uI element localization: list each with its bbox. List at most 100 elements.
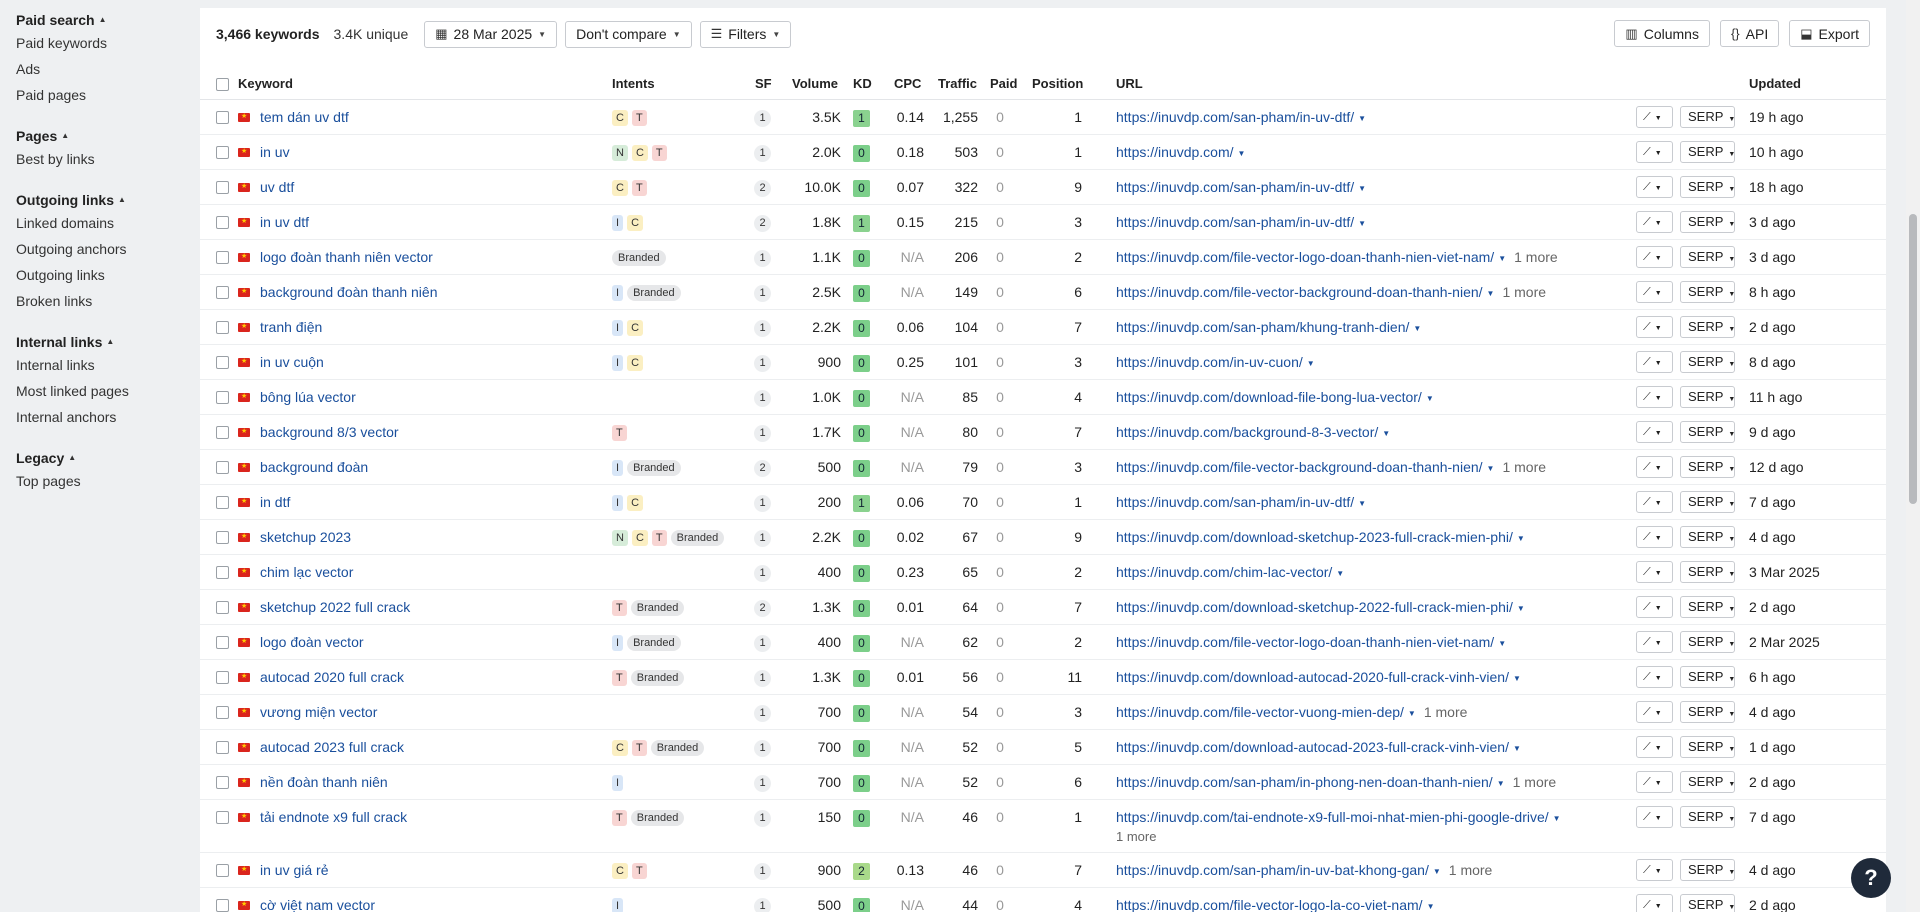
trend-chart-button[interactable]: ⟋ ▼ <box>1636 894 1673 912</box>
more-urls-link[interactable]: 1 more <box>1424 704 1468 720</box>
trend-chart-button[interactable]: ⟋ ▼ <box>1636 106 1673 128</box>
row-checkbox[interactable] <box>216 531 229 544</box>
sf-badge[interactable]: 1 <box>754 494 771 512</box>
serp-button[interactable]: SERP ▼ <box>1680 176 1735 198</box>
row-checkbox[interactable] <box>216 601 229 614</box>
chevron-down-icon[interactable]: ▼ <box>1358 114 1366 123</box>
url-link[interactable]: https://inuvdp.com/download-autocad-2023… <box>1116 739 1509 755</box>
trend-chart-button[interactable]: ⟋ ▼ <box>1636 736 1673 758</box>
keyword-link[interactable]: background 8/3 vector <box>260 415 399 450</box>
row-checkbox[interactable] <box>216 356 229 369</box>
keyword-link[interactable]: background đoàn <box>260 450 368 485</box>
compare-dropdown[interactable]: Don't compare ▼ <box>565 20 692 48</box>
url-link[interactable]: https://inuvdp.com/file-vector-vuong-mie… <box>1116 704 1404 720</box>
url-link[interactable]: https://inuvdp.com/file-vector-backgroun… <box>1116 284 1483 300</box>
chevron-down-icon[interactable]: ▼ <box>1497 779 1505 788</box>
chevron-down-icon[interactable]: ▼ <box>1427 902 1435 911</box>
filters-button[interactable]: ☰ Filters ▼ <box>699 20 792 48</box>
serp-button[interactable]: SERP ▼ <box>1680 736 1735 758</box>
serp-button[interactable]: SERP ▼ <box>1680 281 1735 303</box>
sidebar-item[interactable]: Outgoing links <box>0 262 200 288</box>
sidebar-section-header[interactable]: Paid search ▲ <box>0 10 200 30</box>
keyword-link[interactable]: background đoàn thanh niên <box>260 275 437 310</box>
row-checkbox[interactable] <box>216 216 229 229</box>
header-paid[interactable]: Paid <box>990 68 1017 100</box>
more-urls-link[interactable]: 1 more <box>1449 862 1493 878</box>
chevron-down-icon[interactable]: ▼ <box>1433 867 1441 876</box>
sf-badge[interactable]: 1 <box>754 354 771 372</box>
chevron-down-icon[interactable]: ▼ <box>1358 499 1366 508</box>
sidebar-item[interactable]: Internal links <box>0 352 200 378</box>
url-link[interactable]: https://inuvdp.com/san-pham/in-uv-bat-kh… <box>1116 862 1429 878</box>
row-checkbox[interactable] <box>216 426 229 439</box>
trend-chart-button[interactable]: ⟋ ▼ <box>1636 141 1673 163</box>
url-link[interactable]: https://inuvdp.com/file-vector-backgroun… <box>1116 459 1483 475</box>
keyword-link[interactable]: logo đoàn thanh niên vector <box>260 240 433 275</box>
keyword-link[interactable]: in dtf <box>260 485 290 520</box>
row-checkbox[interactable] <box>216 251 229 264</box>
sidebar-item[interactable]: Linked domains <box>0 210 200 236</box>
row-checkbox[interactable] <box>216 111 229 124</box>
sf-badge[interactable]: 2 <box>754 599 771 617</box>
url-link[interactable]: https://inuvdp.com/in-uv-cuon/ <box>1116 354 1303 370</box>
trend-chart-button[interactable]: ⟋ ▼ <box>1636 211 1673 233</box>
more-urls-link[interactable]: 1 more <box>1514 249 1558 265</box>
chevron-down-icon[interactable]: ▼ <box>1553 814 1561 823</box>
url-link[interactable]: https://inuvdp.com/download-sketchup-202… <box>1116 599 1513 615</box>
more-urls-link[interactable]: 1 more <box>1116 828 1156 846</box>
sidebar-item[interactable]: Most linked pages <box>0 378 200 404</box>
keyword-link[interactable]: autocad 2020 full crack <box>260 660 404 695</box>
row-checkbox[interactable] <box>216 636 229 649</box>
keyword-link[interactable]: nền đoàn thanh niên <box>260 765 388 800</box>
header-traffic[interactable]: Traffic <box>938 68 977 100</box>
header-intents[interactable]: Intents <box>612 68 655 100</box>
more-urls-link[interactable]: 1 more <box>1502 459 1546 475</box>
trend-chart-button[interactable]: ⟋ ▼ <box>1636 596 1673 618</box>
sf-badge[interactable]: 1 <box>754 739 771 757</box>
row-checkbox[interactable] <box>216 776 229 789</box>
trend-chart-button[interactable]: ⟋ ▼ <box>1636 859 1673 881</box>
sf-badge[interactable]: 1 <box>754 704 771 722</box>
date-picker-button[interactable]: ▦ 28 Mar 2025 ▼ <box>424 20 558 48</box>
url-link[interactable]: https://inuvdp.com/san-pham/khung-tranh-… <box>1116 319 1409 335</box>
row-checkbox[interactable] <box>216 286 229 299</box>
row-checkbox[interactable] <box>216 321 229 334</box>
keyword-link[interactable]: logo đoàn vector <box>260 625 364 660</box>
sidebar-item[interactable]: Ads <box>0 56 200 82</box>
serp-button[interactable]: SERP ▼ <box>1680 316 1735 338</box>
keyword-link[interactable]: vương miện vector <box>260 695 377 730</box>
sf-badge[interactable]: 1 <box>754 564 771 582</box>
row-checkbox[interactable] <box>216 181 229 194</box>
row-checkbox[interactable] <box>216 566 229 579</box>
scrollbar[interactable] <box>1906 0 1920 912</box>
row-checkbox[interactable] <box>216 146 229 159</box>
sf-badge[interactable]: 1 <box>754 144 771 162</box>
row-checkbox[interactable] <box>216 864 229 877</box>
keyword-link[interactable]: sketchup 2023 <box>260 520 351 555</box>
sidebar-item[interactable]: Broken links <box>0 288 200 314</box>
chevron-down-icon[interactable]: ▼ <box>1513 744 1521 753</box>
sidebar-item[interactable]: Top pages <box>0 468 200 494</box>
row-checkbox[interactable] <box>216 391 229 404</box>
keyword-link[interactable]: autocad 2023 full crack <box>260 730 404 765</box>
serp-button[interactable]: SERP ▼ <box>1680 701 1735 723</box>
chevron-down-icon[interactable]: ▼ <box>1358 184 1366 193</box>
url-link[interactable]: https://inuvdp.com/background-8-3-vector… <box>1116 424 1378 440</box>
serp-button[interactable]: SERP ▼ <box>1680 561 1735 583</box>
serp-button[interactable]: SERP ▼ <box>1680 806 1735 828</box>
url-link[interactable]: https://inuvdp.com/san-pham/in-uv-dtf/ <box>1116 109 1354 125</box>
chevron-down-icon[interactable]: ▼ <box>1517 604 1525 613</box>
url-link[interactable]: https://inuvdp.com/download-file-bong-lu… <box>1116 389 1422 405</box>
sf-badge[interactable]: 1 <box>754 897 771 912</box>
header-updated[interactable]: Updated <box>1749 68 1801 100</box>
url-link[interactable]: https://inuvdp.com/san-pham/in-uv-dtf/ <box>1116 179 1354 195</box>
trend-chart-button[interactable]: ⟋ ▼ <box>1636 351 1673 373</box>
url-link[interactable]: https://inuvdp.com/download-autocad-2020… <box>1116 669 1509 685</box>
keyword-link[interactable]: sketchup 2022 full crack <box>260 590 410 625</box>
sidebar-section-header[interactable]: Internal links ▲ <box>0 332 200 352</box>
serp-button[interactable]: SERP ▼ <box>1680 106 1735 128</box>
url-link[interactable]: https://inuvdp.com/chim-lac-vector/ <box>1116 564 1332 580</box>
chevron-down-icon[interactable]: ▼ <box>1307 359 1315 368</box>
serp-button[interactable]: SERP ▼ <box>1680 631 1735 653</box>
sf-badge[interactable]: 1 <box>754 389 771 407</box>
